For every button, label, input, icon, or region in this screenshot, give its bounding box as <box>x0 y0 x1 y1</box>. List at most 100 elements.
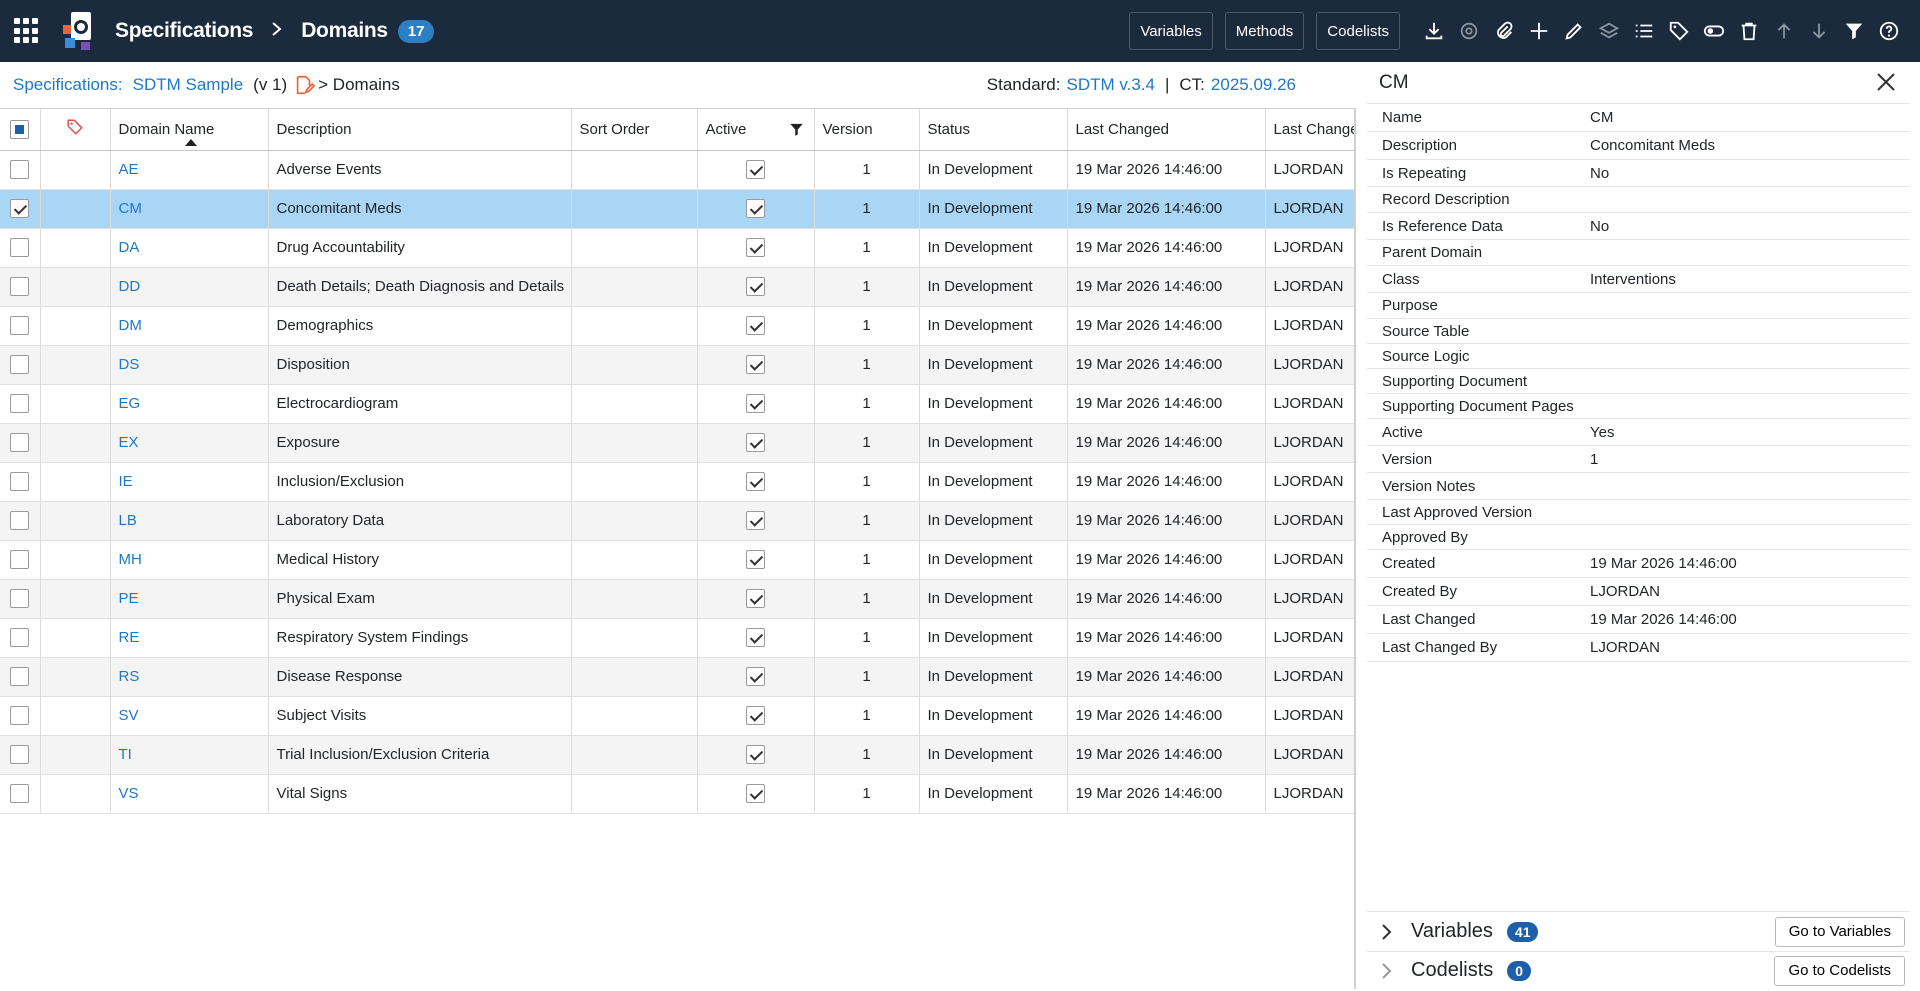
col-last-changed-by[interactable]: Last Changed By <box>1265 109 1354 151</box>
domain-code-link[interactable]: RE <box>110 618 269 658</box>
standard-link[interactable]: SDTM v.3.4 <box>1067 75 1155 95</box>
chevron-right-icon[interactable] <box>1367 912 1407 952</box>
move-up-icon[interactable] <box>1766 14 1801 49</box>
table-row[interactable]: DD Death Details; Death Diagnosis and Det… <box>0 267 1354 307</box>
domain-code-link[interactable]: VS <box>110 774 269 814</box>
table-row[interactable]: MH Medical History 1 In Development 19 Mar 2… <box>0 540 1354 580</box>
row-select-cell[interactable] <box>0 306 41 346</box>
tag-column-header[interactable] <box>40 109 111 151</box>
download-icon[interactable] <box>1416 14 1451 49</box>
methods-button[interactable]: Methods <box>1224 12 1305 50</box>
row-checkbox[interactable] <box>10 511 30 530</box>
edit-icon[interactable] <box>1556 14 1591 49</box>
table-row[interactable]: VS Vital Signs 1 In Development 19 Mar 2026 … <box>0 774 1354 814</box>
delete-icon[interactable] <box>1731 14 1766 49</box>
table-row[interactable]: AE Adverse Events 1 In Development 19 Mar 20… <box>0 150 1354 190</box>
row-select-cell[interactable] <box>0 501 41 541</box>
row-select-cell[interactable] <box>0 462 41 502</box>
row-checkbox[interactable] <box>10 433 30 452</box>
col-active[interactable]: Active <box>697 109 815 151</box>
domain-code-link[interactable]: DS <box>110 345 269 385</box>
variables-button[interactable]: Variables <box>1129 12 1213 50</box>
row-checkbox[interactable] <box>10 667 30 686</box>
domain-code-link[interactable]: DA <box>110 228 269 268</box>
attachment-icon[interactable] <box>1486 14 1521 49</box>
domain-code-link[interactable]: IE <box>110 462 269 502</box>
go-to-codelists-button[interactable]: Go to Codelists <box>1774 955 1905 986</box>
row-select-cell[interactable] <box>0 384 41 424</box>
chevron-right-icon[interactable] <box>1367 951 1407 991</box>
domain-code-link[interactable]: TI <box>110 735 269 775</box>
row-select-cell[interactable] <box>0 774 41 814</box>
table-row[interactable]: DS Disposition 1 In Development 19 Mar 2026 … <box>0 345 1354 385</box>
variables-section[interactable]: Variables 41 Go to Variables <box>1367 911 1909 951</box>
add-icon[interactable] <box>1521 14 1556 49</box>
row-checkbox[interactable] <box>10 316 30 335</box>
table-row[interactable]: DA Drug Accountability 1 In Development 19 M… <box>0 228 1354 268</box>
row-select-cell[interactable] <box>0 150 41 190</box>
col-status[interactable]: Status <box>919 109 1068 151</box>
table-row[interactable]: DM Demographics 1 In Development 19 Mar 2026… <box>0 306 1354 346</box>
row-checkbox[interactable] <box>10 472 30 491</box>
help-icon[interactable] <box>1871 14 1906 49</box>
app-grid-icon[interactable] <box>14 18 40 44</box>
domain-code-link[interactable]: EX <box>110 423 269 463</box>
domain-code-link[interactable]: RS <box>110 657 269 697</box>
domain-code-link[interactable]: SV <box>110 696 269 736</box>
row-checkbox[interactable] <box>10 394 30 413</box>
breadcrumb-specifications[interactable]: Specifications <box>115 19 253 43</box>
table-row[interactable]: RE Respiratory System Findings 1 In Develop… <box>0 618 1354 658</box>
row-checkbox[interactable] <box>10 277 30 296</box>
toggle-icon[interactable] <box>1696 14 1731 49</box>
filter-clear-icon[interactable] <box>1836 14 1871 49</box>
table-row[interactable]: LB Laboratory Data 1 In Development 19 Mar 2… <box>0 501 1354 541</box>
domain-code-link[interactable]: DD <box>110 267 269 307</box>
domain-code-link[interactable]: DM <box>110 306 269 346</box>
table-row[interactable]: RS Disease Response 1 In Development 19 Mar … <box>0 657 1354 697</box>
select-all-checkbox[interactable] <box>10 119 30 139</box>
app-logo[interactable] <box>61 12 93 50</box>
domain-code-link[interactable]: AE <box>110 150 269 190</box>
row-select-cell[interactable] <box>0 189 41 229</box>
row-checkbox[interactable] <box>10 589 30 608</box>
table-row[interactable]: EX Exposure 1 In Development 19 Mar 2026 14:… <box>0 423 1354 463</box>
row-checkbox[interactable] <box>10 550 30 569</box>
tag-icon[interactable] <box>1661 14 1696 49</box>
row-select-cell[interactable] <box>0 579 41 619</box>
domain-code-link[interactable]: CM <box>110 189 269 229</box>
edit-spec-icon[interactable] <box>293 74 316 96</box>
codelists-button[interactable]: Codelists <box>1316 12 1400 50</box>
row-select-cell[interactable] <box>0 228 41 268</box>
sync-icon[interactable] <box>1451 14 1486 49</box>
layers-icon[interactable] <box>1591 14 1626 49</box>
row-checkbox[interactable] <box>10 628 30 647</box>
row-select-cell[interactable] <box>0 345 41 385</box>
table-row[interactable]: IE Inclusion/Exclusion 1 In Development 19 M… <box>0 462 1354 502</box>
move-down-icon[interactable] <box>1801 14 1836 49</box>
row-select-cell[interactable] <box>0 540 41 580</box>
table-row[interactable]: PE Physical Exam 1 In Development 19 Mar 202… <box>0 579 1354 619</box>
spec-name-link[interactable]: SDTM Sample <box>133 75 244 95</box>
domain-code-link[interactable]: MH <box>110 540 269 580</box>
domain-code-link[interactable]: LB <box>110 501 269 541</box>
go-to-variables-button[interactable]: Go to Variables <box>1774 916 1905 947</box>
domain-code-link[interactable]: EG <box>110 384 269 424</box>
domain-code-link[interactable]: PE <box>110 579 269 619</box>
row-checkbox[interactable] <box>10 199 30 218</box>
table-row[interactable]: SV Subject Visits 1 In Development 19 Mar 20… <box>0 696 1354 736</box>
row-select-cell[interactable] <box>0 618 41 658</box>
close-icon[interactable] <box>1874 70 1898 94</box>
col-domain-name[interactable]: Domain Name <box>110 109 269 151</box>
row-select-cell[interactable] <box>0 735 41 775</box>
row-select-cell[interactable] <box>0 657 41 697</box>
col-last-changed[interactable]: Last Changed <box>1067 109 1266 151</box>
col-sort-order[interactable]: Sort Order <box>571 109 698 151</box>
col-version[interactable]: Version <box>814 109 920 151</box>
row-select-cell[interactable] <box>0 267 41 307</box>
row-checkbox[interactable] <box>10 745 30 764</box>
table-row[interactable]: CM Concomitant Meds 1 In Development 19 Mar … <box>0 189 1354 229</box>
table-row[interactable]: EG Electrocardiogram 1 In Development 19 Mar… <box>0 384 1354 424</box>
table-row[interactable]: TI Trial Inclusion/Exclusion Criteria 1 In … <box>0 735 1354 775</box>
row-checkbox[interactable] <box>10 784 30 803</box>
row-checkbox[interactable] <box>10 160 30 179</box>
